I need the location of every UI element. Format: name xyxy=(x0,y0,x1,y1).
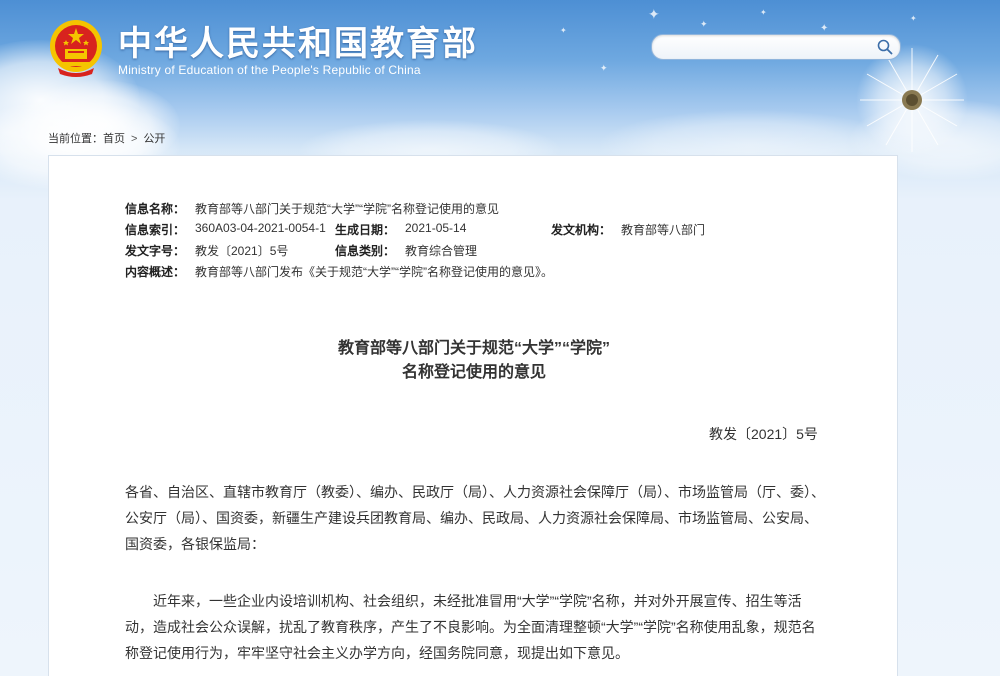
breadcrumb-label: 当前位置： xyxy=(48,133,103,145)
breadcrumb-home-link[interactable]: 首页 xyxy=(103,130,125,146)
meta-index-value: 360A03-04-2021-0054-1 xyxy=(195,221,326,235)
meta-org-label: 发文机构： xyxy=(551,223,612,237)
search-input[interactable] xyxy=(664,38,864,56)
meta-row-summary: 内容概述： 教育部等八部门发布《关于规范“大学”“学院”名称登记使用的意见》。 xyxy=(125,263,825,284)
site-title: 中华人民共和国教育部 xyxy=(118,24,478,64)
meta-category-value: 教育综合管理 xyxy=(405,244,478,258)
meta-org-value: 教育部等八部门 xyxy=(621,223,706,237)
meta-date-label: 生成日期： xyxy=(335,223,396,237)
site-subtitle: Ministry of Education of the People's Re… xyxy=(118,63,421,77)
document-title-line2: 名称登记使用的意见 xyxy=(401,364,546,381)
meta-row-docno: 发文字号： 教发〔2021〕5号 信息类别： 教育综合管理 xyxy=(125,242,825,263)
breadcrumb: 当前位置：首页 > 公开 xyxy=(48,130,165,146)
document-paragraph: 近年来，一些企业内设培训机构、社会组织，未经批准冒用“大学”“学院”名称，并对外… xyxy=(125,593,816,661)
page-header-background: ✦ ✦ ✦ ✦ ✦ ✦ ✦ 中华人民共和国教育部 Ministry of Edu… xyxy=(0,0,1000,676)
sparkle-decoration: ✦ xyxy=(600,64,608,74)
national-emblem-icon xyxy=(50,20,102,77)
meta-summary-value: 教育部等八部门发布《关于规范“大学”“学院”名称登记使用的意见》。 xyxy=(195,265,553,279)
search-icon[interactable] xyxy=(876,38,894,56)
document-number: 教发〔2021〕5号 xyxy=(709,426,818,442)
sparkle-decoration: ✦ xyxy=(648,7,660,23)
meta-summary-label: 内容概述： xyxy=(125,265,186,279)
document-addressee: 各省、自治区、直辖市教育厅（教委）、编办、民政厅（局）、人力资源社会保障厅（局）… xyxy=(125,484,825,552)
sparkle-decoration: ✦ xyxy=(700,20,708,30)
meta-row-name: 信息名称： 教育部等八部门关于规范“大学”“学院”名称登记使用的意见 xyxy=(125,200,825,221)
document-title-line1: 教育部等八部门关于规范“大学”“学院” xyxy=(337,340,610,357)
meta-docno-value: 教发〔2021〕5号 xyxy=(195,244,289,258)
search-box xyxy=(651,34,901,60)
content-panel: 信息名称： 教育部等八部门关于规范“大学”“学院”名称登记使用的意见 信息索引：… xyxy=(48,155,898,676)
breadcrumb-current-link[interactable]: 公开 xyxy=(143,130,165,146)
sparkle-decoration: ✦ xyxy=(760,8,767,17)
meta-index-label: 信息索引： xyxy=(125,223,186,237)
meta-name-label: 信息名称： xyxy=(125,202,186,216)
meta-category-label: 信息类别： xyxy=(335,244,396,258)
document-title: 教育部等八部门关于规范“大学”“学院” 名称登记使用的意见 xyxy=(49,337,899,385)
dandelion-decoration xyxy=(856,44,968,156)
meta-docno-label: 发文字号： xyxy=(125,244,186,258)
info-metadata-table: 信息名称： 教育部等八部门关于规范“大学”“学院”名称登记使用的意见 信息索引：… xyxy=(125,200,825,284)
sparkle-decoration: ✦ xyxy=(560,26,567,35)
breadcrumb-separator: > xyxy=(131,133,138,145)
sparkle-decoration: ✦ xyxy=(910,14,917,23)
meta-name-value: 教育部等八部门关于规范“大学”“学院”名称登记使用的意见 xyxy=(195,202,499,216)
meta-date-value: 2021-05-14 xyxy=(405,221,467,235)
meta-row-index: 信息索引： 360A03-04-2021-0054-1 生成日期： 2021-0… xyxy=(125,221,825,242)
